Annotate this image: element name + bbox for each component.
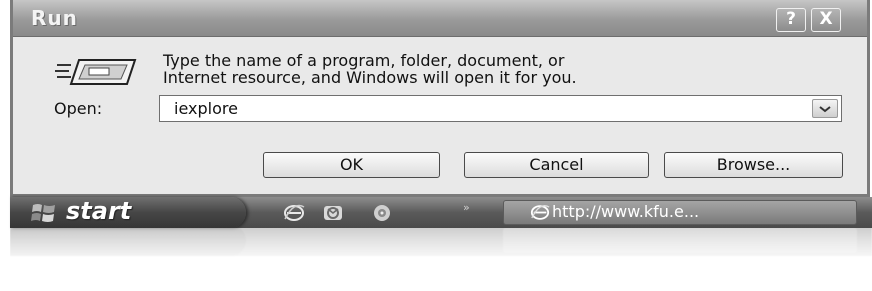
description: Type the name of a program, folder, docu… <box>163 52 577 86</box>
windows-logo-icon <box>31 204 55 222</box>
reflection-fade <box>10 228 872 268</box>
open-combobox[interactable]: iexplore <box>159 95 842 122</box>
start-button[interactable]: start <box>10 197 246 228</box>
browse-button[interactable]: Browse... <box>664 152 843 178</box>
internet-explorer-icon[interactable] <box>283 203 305 223</box>
taskbar: start » http://www.kfu.e... <box>10 197 872 228</box>
taskbar-item-browser[interactable]: http://www.kfu.e... <box>503 200 857 225</box>
help-button[interactable]: ? <box>776 8 806 32</box>
cancel-button[interactable]: Cancel <box>464 152 649 178</box>
internet-explorer-icon <box>530 205 550 220</box>
title-bar[interactable]: Run ? X <box>13 0 867 37</box>
media-player-icon[interactable] <box>371 203 393 223</box>
taskbar-item-label: http://www.kfu.e... <box>552 202 700 221</box>
run-dialog: Run ? X Type the name of a program, fold… <box>10 0 870 197</box>
description-line-1: Type the name of a program, folder, docu… <box>163 51 565 70</box>
outlook-express-icon[interactable] <box>322 203 344 223</box>
window-title: Run <box>31 6 78 30</box>
open-label: Open: <box>54 99 103 118</box>
description-line-2: Internet resource, and Windows will open… <box>163 68 577 87</box>
close-button[interactable]: X <box>811 8 841 32</box>
chevron-down-icon <box>819 106 831 113</box>
open-input-value[interactable]: iexplore <box>174 99 238 118</box>
ok-button[interactable]: OK <box>263 152 440 178</box>
start-label: start <box>66 197 132 225</box>
dropdown-button[interactable] <box>812 99 838 118</box>
quick-launch-overflow-chevron[interactable]: » <box>463 201 470 214</box>
screenshot: Run ? X Type the name of a program, fold… <box>0 0 872 291</box>
taskbar-reflection <box>10 228 872 268</box>
run-icon <box>55 59 137 85</box>
